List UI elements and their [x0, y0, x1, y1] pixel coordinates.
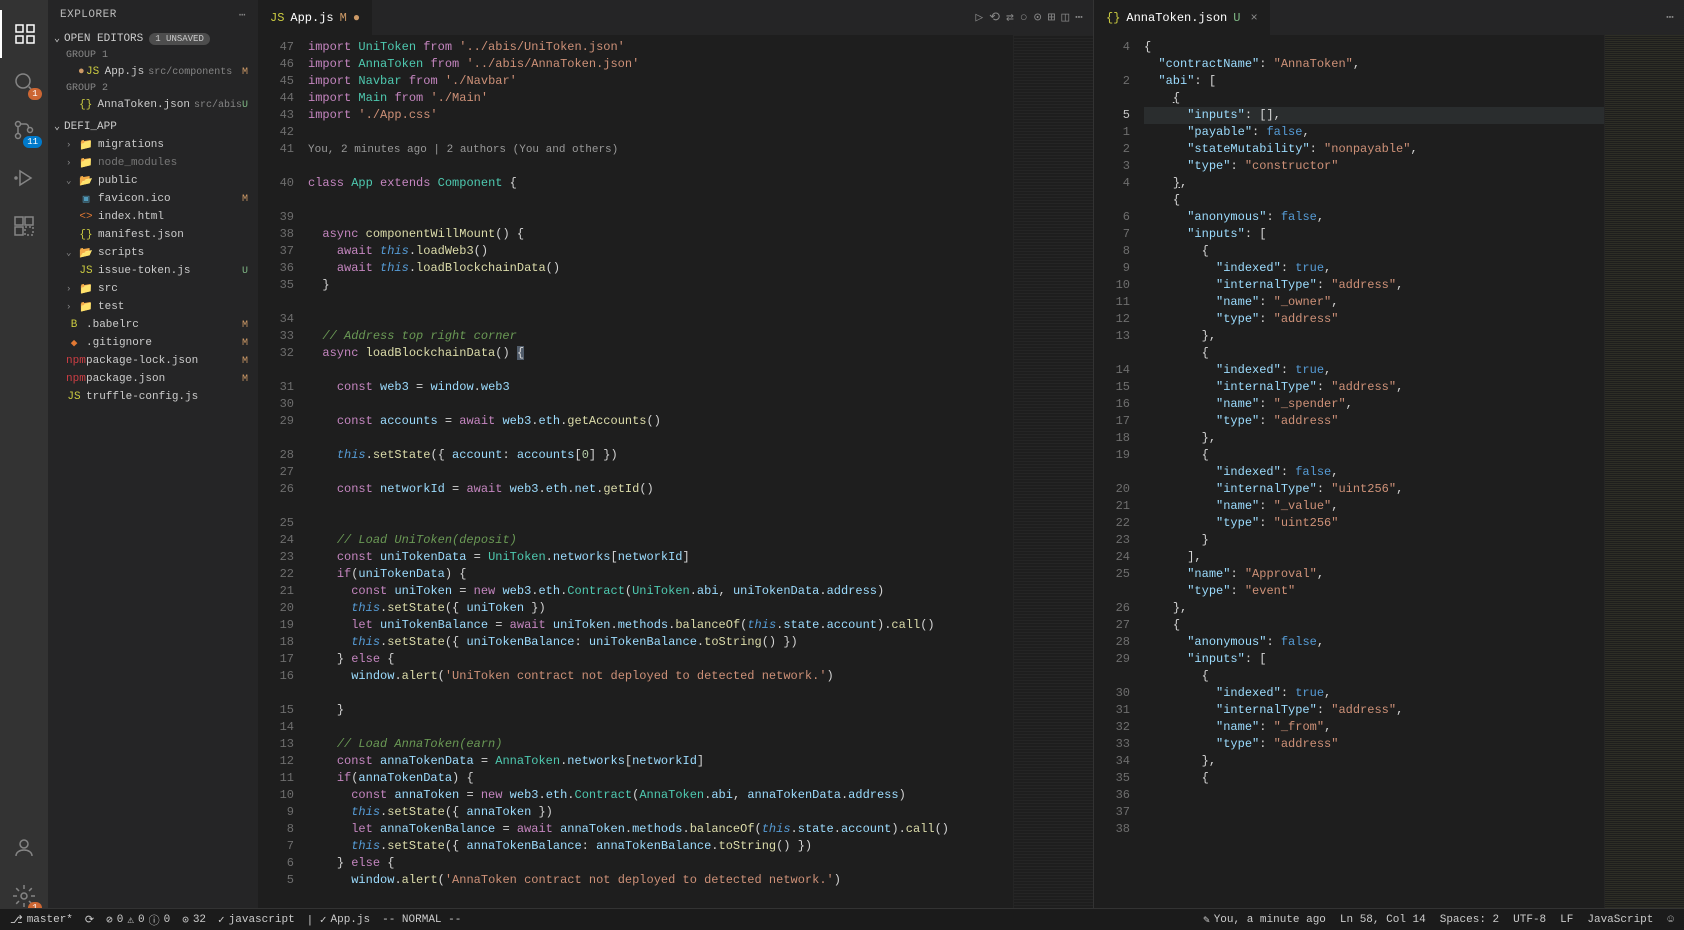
unsaved-badge: 1 UNSAVED [149, 33, 210, 45]
eol-status[interactable]: LF [1560, 913, 1573, 927]
file-gitignore[interactable]: ◆.gitignoreM [48, 334, 258, 352]
code-left[interactable]: import UniToken from '../abis/UniToken.j… [308, 35, 1013, 930]
vim-mode: -- NORMAL -- [382, 914, 461, 926]
folder-migrations[interactable]: ›📁migrations [48, 136, 258, 154]
sidebar-title: EXPLORER [60, 9, 117, 21]
project-header[interactable]: ⌄ DEFI_APP [48, 118, 258, 136]
editor-pane-left: JS App.js M ● ▷ ⟲ ⇄ ○ ⊙ ⊞ ◫ ⋯ 4746454443… [258, 0, 1094, 930]
git-icon: ◆ [66, 336, 82, 350]
position-status[interactable]: Ln 58, Col 14 [1340, 913, 1426, 927]
diff-icon[interactable]: ⇄ [1006, 10, 1014, 25]
scm-activity[interactable]: 11 [0, 106, 48, 154]
refresh-icon[interactable]: ⟲ [989, 10, 1000, 25]
file-package[interactable]: npmpackage.jsonM [48, 370, 258, 388]
file-status: | ✓ App.js [307, 913, 370, 927]
code-right[interactable]: { "contractName": "AnnaToken", "abi": [ … [1144, 35, 1604, 930]
account-activity[interactable] [0, 824, 48, 872]
folder-icon: 📁 [78, 138, 94, 152]
folder-icon: 📁 [78, 156, 94, 170]
status-bar: ⎇ master* ⟳ ⊘ 0 ⚠ 0 ⓘ 0 ⊙ 32 ✓ javascrip… [0, 908, 1684, 930]
babel-icon: B [66, 319, 82, 331]
folder-icon: 📁 [78, 282, 94, 296]
file-truffle[interactable]: JStruffle-config.js [48, 388, 258, 406]
problems-status[interactable]: ⊘ 0 ⚠ 0 ⓘ 0 [106, 912, 170, 928]
line-gutter-right: 4251234678910111213141516171819202122232… [1094, 35, 1144, 930]
folder-icon: 📂 [78, 246, 94, 260]
minimap-right[interactable] [1604, 35, 1684, 930]
npm-icon: npm [66, 373, 82, 385]
folder-public[interactable]: ⌄📂public [48, 172, 258, 190]
run-icon[interactable]: ▷ [975, 10, 983, 25]
lines-status: ⊙ 32 [182, 913, 206, 927]
more-icon[interactable]: ⋯ [1666, 10, 1674, 25]
split-icon[interactable]: ◫ [1061, 10, 1069, 25]
debug-activity[interactable] [0, 154, 48, 202]
language-status[interactable]: JavaScript [1587, 913, 1653, 927]
search-activity[interactable]: 1 [0, 58, 48, 106]
encoding-status[interactable]: UTF-8 [1513, 913, 1546, 927]
compare-icon[interactable]: ⊞ [1048, 10, 1056, 25]
lang-status[interactable]: ✓ javascript [218, 913, 295, 927]
more-icon[interactable]: ⋯ [1075, 10, 1083, 25]
open-editor-appjs[interactable]: ● JS App.js src/components M [48, 63, 258, 81]
js-icon: JS [78, 265, 94, 277]
file-package-lock[interactable]: npmpackage-lock.jsonM [48, 352, 258, 370]
html-icon: <> [78, 211, 94, 223]
file-issue-token[interactable]: JSissue-token.jsU [48, 262, 258, 280]
js-icon: JS [66, 391, 82, 403]
feedback-icon[interactable]: ☺ [1667, 913, 1674, 927]
open-editors-header[interactable]: ⌄ OPEN EDITORS 1 UNSAVED [48, 30, 258, 48]
branch-status[interactable]: ⎇ master* [10, 913, 73, 927]
scm-badge: 11 [23, 136, 42, 148]
group-1-label: GROUP 1 [48, 48, 258, 63]
dirty-dot-icon: ● [78, 66, 85, 78]
folder-scripts[interactable]: ⌄📂scripts [48, 244, 258, 262]
folder-src[interactable]: ›📁src [48, 280, 258, 298]
sidebar-more-icon[interactable]: ⋯ [239, 8, 246, 22]
sync-status[interactable]: ⟳ [85, 913, 94, 927]
js-icon: JS [270, 11, 284, 25]
json-icon: {} [78, 229, 94, 241]
explorer-activity[interactable] [0, 10, 48, 58]
file-index[interactable]: <>index.html [48, 208, 258, 226]
tab-appjs[interactable]: JS App.js M ● [258, 0, 373, 35]
json-icon: {} [78, 99, 94, 111]
blame-status: ✎ You, a minute ago [1203, 913, 1326, 927]
open-editor-annatoken[interactable]: {} AnnaToken.json src/abis U [48, 96, 258, 114]
folder-icon: 📁 [78, 300, 94, 314]
file-babelrc[interactable]: B.babelrcM [48, 316, 258, 334]
group-2-label: GROUP 2 [48, 81, 258, 96]
minimap-left[interactable] [1013, 35, 1093, 930]
history-icon[interactable]: ⊙ [1034, 10, 1042, 25]
folder-test[interactable]: ›📁test [48, 298, 258, 316]
activity-bar: 1 11 1 [0, 0, 48, 930]
line-gutter-left: 4746454443424140393837363534333231302928… [258, 35, 308, 930]
js-icon: JS [85, 66, 101, 78]
folder-icon: 📂 [78, 174, 94, 188]
json-icon: {} [1106, 11, 1120, 25]
folder-node-modules[interactable]: ›📁node_modules [48, 154, 258, 172]
commit-icon[interactable]: ○ [1020, 10, 1028, 25]
editor-pane-right: {} AnnaToken.json U × ⋯ 4251234678910111… [1094, 0, 1684, 930]
file-manifest[interactable]: {}manifest.json [48, 226, 258, 244]
close-icon[interactable]: × [1250, 11, 1257, 25]
sidebar: EXPLORER ⋯ ⌄ OPEN EDITORS 1 UNSAVED GROU… [48, 0, 258, 930]
spaces-status[interactable]: Spaces: 2 [1440, 913, 1499, 927]
scm-badge: 1 [28, 88, 42, 100]
extensions-activity[interactable] [0, 202, 48, 250]
image-icon: ▣ [78, 192, 94, 206]
file-favicon[interactable]: ▣favicon.icoM [48, 190, 258, 208]
npm-icon: npm [66, 355, 82, 367]
tab-annatoken[interactable]: {} AnnaToken.json U × [1094, 0, 1271, 35]
